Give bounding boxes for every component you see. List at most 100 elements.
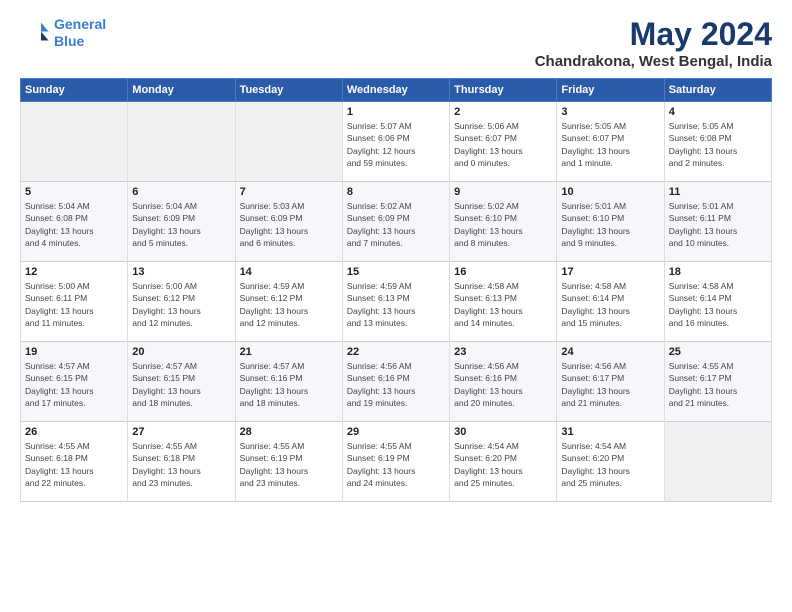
day-cell: 15Sunrise: 4:59 AM Sunset: 6:13 PM Dayli… bbox=[342, 262, 449, 342]
day-cell: 14 Sunrise: 4:59 AM Sunset: 6:12 PM Dayli… bbox=[235, 262, 342, 342]
day-cell: 2 Sunrise: 5:06 AM Sunset: 6:07 PM Daylig… bbox=[450, 102, 557, 182]
day-number: 18 bbox=[669, 266, 767, 278]
day-info: Sunrise: 4:57 AM Sunset: 6:16 PM Dayligh… bbox=[240, 360, 338, 409]
day-cell: 10 Sunrise: 5:01 AM Sunset: 6:10 PM Dayli… bbox=[557, 182, 664, 262]
day-cell: 13 Sunrise: 5:00 AM Sunset: 6:12 PM Dayli… bbox=[128, 262, 235, 342]
day-cell: 20Sunrise: 4:57 AM Sunset: 6:15 PM Dayli… bbox=[128, 342, 235, 422]
day-cell bbox=[21, 102, 128, 182]
day-info: Sunrise: 5:02 AM Sunset: 6:09 PM Dayligh… bbox=[347, 200, 445, 249]
day-number: 1 bbox=[347, 106, 445, 118]
weekday-header-friday: Friday bbox=[557, 79, 664, 102]
day-number: 19 bbox=[25, 346, 123, 358]
day-cell: 21 Sunrise: 4:57 AM Sunset: 6:16 PM Dayli… bbox=[235, 342, 342, 422]
day-cell: 3 Sunrise: 5:05 AM Sunset: 6:07 PM Daylig… bbox=[557, 102, 664, 182]
day-info: Sunrise: 5:05 AM Sunset: 6:07 PM Dayligh… bbox=[561, 120, 659, 169]
day-cell: 5Sunrise: 5:04 AM Sunset: 6:08 PM Daylig… bbox=[21, 182, 128, 262]
day-info: Sunrise: 4:55 AM Sunset: 6:18 PM Dayligh… bbox=[132, 440, 230, 489]
day-info: Sunrise: 5:05 AM Sunset: 6:08 PM Dayligh… bbox=[669, 120, 767, 169]
weekday-header-thursday: Thursday bbox=[450, 79, 557, 102]
day-cell: 31 Sunrise: 4:54 AM Sunset: 6:20 PM Dayli… bbox=[557, 422, 664, 502]
day-number: 11 bbox=[669, 186, 767, 198]
week-row-2: 12Sunrise: 5:00 AM Sunset: 6:11 PM Dayli… bbox=[21, 262, 772, 342]
day-cell: 1 Sunrise: 5:07 AM Sunset: 6:06 PM Daylig… bbox=[342, 102, 449, 182]
weekday-header-wednesday: Wednesday bbox=[342, 79, 449, 102]
day-cell: 9 Sunrise: 5:02 AM Sunset: 6:10 PM Daylig… bbox=[450, 182, 557, 262]
day-cell: 8 Sunrise: 5:02 AM Sunset: 6:09 PM Daylig… bbox=[342, 182, 449, 262]
day-cell: 25 Sunrise: 4:55 AM Sunset: 6:17 PM Dayli… bbox=[664, 342, 771, 422]
day-info: Sunrise: 5:01 AM Sunset: 6:10 PM Dayligh… bbox=[561, 200, 659, 249]
logo: General Blue bbox=[20, 16, 106, 50]
day-number: 29 bbox=[347, 426, 445, 438]
day-number: 3 bbox=[561, 106, 659, 118]
day-cell: 17Sunrise: 4:58 AM Sunset: 6:14 PM Dayli… bbox=[557, 262, 664, 342]
day-info: Sunrise: 4:57 AM Sunset: 6:15 PM Dayligh… bbox=[25, 360, 123, 409]
day-info: Sunrise: 5:00 AM Sunset: 6:12 PM Dayligh… bbox=[132, 280, 230, 329]
day-info: Sunrise: 5:02 AM Sunset: 6:10 PM Dayligh… bbox=[454, 200, 552, 249]
day-number: 9 bbox=[454, 186, 552, 198]
day-info: Sunrise: 4:56 AM Sunset: 6:16 PM Dayligh… bbox=[347, 360, 445, 409]
day-number: 31 bbox=[561, 426, 659, 438]
day-number: 5 bbox=[25, 186, 123, 198]
weekday-header-saturday: Saturday bbox=[664, 79, 771, 102]
day-cell: 24 Sunrise: 4:56 AM Sunset: 6:17 PM Dayli… bbox=[557, 342, 664, 422]
day-cell bbox=[128, 102, 235, 182]
day-number: 16 bbox=[454, 266, 552, 278]
day-number: 20 bbox=[132, 346, 230, 358]
page: General Blue May 2024 Chandrakona, West … bbox=[0, 0, 792, 512]
day-cell: 29Sunrise: 4:55 AM Sunset: 6:19 PM Dayli… bbox=[342, 422, 449, 502]
day-cell: 4Sunrise: 5:05 AM Sunset: 6:08 PM Daylig… bbox=[664, 102, 771, 182]
day-info: Sunrise: 4:55 AM Sunset: 6:17 PM Dayligh… bbox=[669, 360, 767, 409]
logo-icon bbox=[20, 18, 50, 48]
day-info: Sunrise: 4:54 AM Sunset: 6:20 PM Dayligh… bbox=[561, 440, 659, 489]
location: Chandrakona, West Bengal, India bbox=[535, 53, 772, 70]
weekday-header-monday: Monday bbox=[128, 79, 235, 102]
day-cell: 11 Sunrise: 5:01 AM Sunset: 6:11 PM Dayli… bbox=[664, 182, 771, 262]
day-cell: 23Sunrise: 4:56 AM Sunset: 6:16 PM Dayli… bbox=[450, 342, 557, 422]
day-info: Sunrise: 5:07 AM Sunset: 6:06 PM Dayligh… bbox=[347, 120, 445, 169]
day-number: 21 bbox=[240, 346, 338, 358]
day-info: Sunrise: 5:03 AM Sunset: 6:09 PM Dayligh… bbox=[240, 200, 338, 249]
day-number: 10 bbox=[561, 186, 659, 198]
day-info: Sunrise: 4:59 AM Sunset: 6:13 PM Dayligh… bbox=[347, 280, 445, 329]
day-cell: 27 Sunrise: 4:55 AM Sunset: 6:18 PM Dayli… bbox=[128, 422, 235, 502]
day-number: 25 bbox=[669, 346, 767, 358]
day-cell: 28Sunrise: 4:55 AM Sunset: 6:19 PM Dayli… bbox=[235, 422, 342, 502]
day-info: Sunrise: 5:00 AM Sunset: 6:11 PM Dayligh… bbox=[25, 280, 123, 329]
week-row-3: 19 Sunrise: 4:57 AM Sunset: 6:15 PM Dayli… bbox=[21, 342, 772, 422]
weekday-header-sunday: Sunday bbox=[21, 79, 128, 102]
day-cell: 16 Sunrise: 4:58 AM Sunset: 6:13 PM Dayli… bbox=[450, 262, 557, 342]
day-info: Sunrise: 4:58 AM Sunset: 6:13 PM Dayligh… bbox=[454, 280, 552, 329]
logo-line1: General bbox=[54, 16, 106, 32]
day-number: 14 bbox=[240, 266, 338, 278]
week-row-1: 5Sunrise: 5:04 AM Sunset: 6:08 PM Daylig… bbox=[21, 182, 772, 262]
day-number: 27 bbox=[132, 426, 230, 438]
day-number: 30 bbox=[454, 426, 552, 438]
day-cell: 6Sunrise: 5:04 AM Sunset: 6:09 PM Daylig… bbox=[128, 182, 235, 262]
day-number: 8 bbox=[347, 186, 445, 198]
day-cell: 22 Sunrise: 4:56 AM Sunset: 6:16 PM Dayli… bbox=[342, 342, 449, 422]
day-info: Sunrise: 4:58 AM Sunset: 6:14 PM Dayligh… bbox=[561, 280, 659, 329]
day-number: 2 bbox=[454, 106, 552, 118]
day-info: Sunrise: 4:59 AM Sunset: 6:12 PM Dayligh… bbox=[240, 280, 338, 329]
logo-line2: Blue bbox=[54, 33, 84, 49]
day-number: 26 bbox=[25, 426, 123, 438]
day-cell: 26 Sunrise: 4:55 AM Sunset: 6:18 PM Dayli… bbox=[21, 422, 128, 502]
day-cell: 7 Sunrise: 5:03 AM Sunset: 6:09 PM Daylig… bbox=[235, 182, 342, 262]
week-row-4: 26 Sunrise: 4:55 AM Sunset: 6:18 PM Dayli… bbox=[21, 422, 772, 502]
day-info: Sunrise: 4:58 AM Sunset: 6:14 PM Dayligh… bbox=[669, 280, 767, 329]
day-number: 24 bbox=[561, 346, 659, 358]
week-row-0: 1 Sunrise: 5:07 AM Sunset: 6:06 PM Daylig… bbox=[21, 102, 772, 182]
day-number: 7 bbox=[240, 186, 338, 198]
day-info: Sunrise: 4:54 AM Sunset: 6:20 PM Dayligh… bbox=[454, 440, 552, 489]
day-number: 13 bbox=[132, 266, 230, 278]
day-info: Sunrise: 4:56 AM Sunset: 6:17 PM Dayligh… bbox=[561, 360, 659, 409]
calendar-table: SundayMondayTuesdayWednesdayThursdayFrid… bbox=[20, 78, 772, 502]
day-cell: 19 Sunrise: 4:57 AM Sunset: 6:15 PM Dayli… bbox=[21, 342, 128, 422]
day-info: Sunrise: 4:55 AM Sunset: 6:18 PM Dayligh… bbox=[25, 440, 123, 489]
day-cell: 12Sunrise: 5:00 AM Sunset: 6:11 PM Dayli… bbox=[21, 262, 128, 342]
day-info: Sunrise: 5:06 AM Sunset: 6:07 PM Dayligh… bbox=[454, 120, 552, 169]
day-info: Sunrise: 5:01 AM Sunset: 6:11 PM Dayligh… bbox=[669, 200, 767, 249]
weekday-header-tuesday: Tuesday bbox=[235, 79, 342, 102]
day-number: 22 bbox=[347, 346, 445, 358]
weekday-header-row: SundayMondayTuesdayWednesdayThursdayFrid… bbox=[21, 79, 772, 102]
